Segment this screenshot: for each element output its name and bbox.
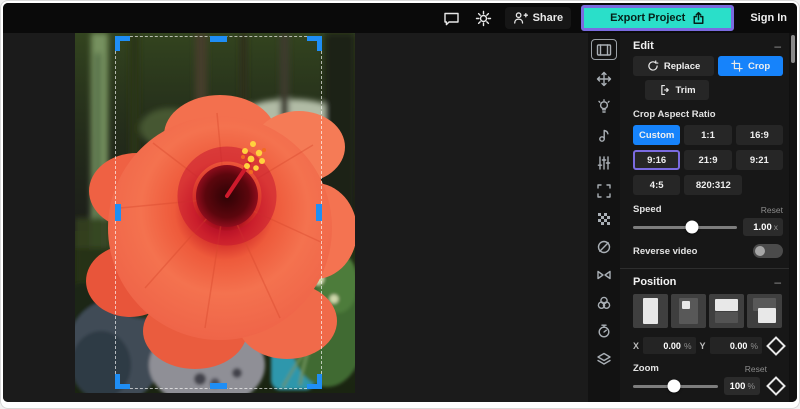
effects-disabled-icon[interactable] (592, 237, 616, 256)
app-window: Share Export Project Sign In (0, 0, 800, 409)
edit-panel: Edit – Replace Crop Trim Crop Aspect Rat… (620, 33, 789, 402)
zoom-slider-thumb[interactable] (667, 380, 680, 393)
position-x-field[interactable]: 0.00 % (643, 337, 695, 354)
crop-handle-top-left[interactable] (115, 36, 120, 51)
zoom-value: 100 (730, 381, 746, 392)
replace-icon (647, 60, 659, 72)
speed-slider-thumb[interactable] (686, 221, 699, 234)
aspect-option-820-312[interactable]: 820:312 (684, 175, 742, 195)
keyframe-diamond-icon[interactable] (766, 376, 786, 396)
lighting-icon[interactable] (592, 97, 616, 116)
zoom-unit: % (747, 381, 755, 391)
add-person-icon (513, 11, 528, 25)
position-x-value: 0.00 (663, 341, 681, 351)
aspect-option-21-9[interactable]: 21:9 (684, 150, 731, 170)
crop-aspect-ratio-label: Crop Aspect Ratio (633, 109, 783, 120)
adjust-filters-icon[interactable] (592, 153, 616, 172)
speed-label: Speed (633, 204, 662, 215)
position-x-unit: % (684, 341, 692, 351)
settings-gear-icon[interactable] (473, 7, 495, 29)
aspect-ratio-grid: Custom 1:1 16:9 9:16 21:9 9:21 4:5 820:3… (633, 125, 783, 195)
collapse-icon[interactable]: – (772, 277, 783, 287)
reverse-video-toggle[interactable] (753, 244, 783, 258)
aspect-option-16-9[interactable]: 16:9 (736, 125, 783, 145)
checkered-background-icon[interactable] (592, 209, 616, 228)
crop-handle-bottom-right[interactable] (317, 374, 322, 389)
align-bottom-right-icon[interactable] (747, 294, 782, 328)
speed-value-field[interactable]: 1.00 x (743, 218, 783, 236)
scrollbar-thumb[interactable] (791, 35, 795, 63)
share-button[interactable]: Share (505, 7, 572, 29)
share-label: Share (533, 12, 564, 24)
crop-button[interactable]: Crop (718, 56, 783, 76)
crop-handle-top[interactable] (210, 36, 227, 42)
crop-handle-right[interactable] (316, 204, 322, 221)
top-bar: Share Export Project Sign In (3, 3, 797, 33)
trim-label: Trim (675, 85, 695, 96)
speed-slider[interactable] (633, 226, 737, 229)
crop-handle-left[interactable] (115, 204, 121, 221)
flip-icon[interactable] (592, 265, 616, 284)
keyframe-diamond-icon[interactable] (766, 336, 786, 356)
zoom-slider[interactable] (633, 385, 718, 388)
align-top-left-icon[interactable] (671, 294, 706, 328)
crop-region[interactable] (115, 36, 322, 389)
collapse-icon[interactable]: – (772, 41, 783, 51)
upload-icon (692, 11, 705, 25)
replace-button[interactable]: Replace (633, 56, 714, 76)
position-y-value: 0.00 (730, 341, 748, 351)
aspect-option-9-16[interactable]: 9:16 (633, 150, 680, 170)
editor-app: Share Export Project Sign In (3, 3, 797, 402)
crop-handle-top-right[interactable] (317, 36, 322, 51)
reverse-video-label: Reverse video (633, 246, 697, 257)
crop-label: Crop (748, 61, 770, 72)
section-divider (620, 268, 789, 269)
align-center-icon[interactable] (633, 294, 668, 328)
transform-move-icon[interactable] (592, 69, 616, 88)
panel-scrollbar[interactable] (789, 33, 797, 402)
layers-icon[interactable] (592, 349, 616, 368)
speed-reset-button[interactable]: Reset (761, 205, 783, 215)
aspect-option-1-1[interactable]: 1:1 (684, 125, 731, 145)
aspect-option-9-21[interactable]: 9:21 (736, 150, 783, 170)
aspect-option-custom[interactable]: Custom (633, 125, 680, 145)
position-title: Position (633, 276, 676, 288)
align-top-half-icon[interactable] (709, 294, 744, 328)
crop-handle-bottom[interactable] (210, 383, 227, 389)
zoom-value-field[interactable]: 100 % (724, 377, 760, 395)
trim-button[interactable]: Trim (645, 80, 709, 100)
zoom-label: Zoom (633, 363, 659, 374)
toggle-knob (755, 246, 765, 256)
sign-in-button[interactable]: Sign In (744, 12, 793, 24)
position-x-label: X (633, 341, 639, 351)
crop-handle-bottom-left[interactable] (115, 374, 120, 389)
speed-unit: x (774, 222, 778, 232)
tool-sidebar (588, 33, 620, 402)
trim-icon (658, 84, 670, 96)
frame-corners-icon[interactable] (592, 181, 616, 200)
color-balance-icon[interactable] (592, 293, 616, 312)
position-y-label: Y (700, 341, 706, 351)
crop-icon (731, 60, 743, 72)
preview-canvas[interactable] (3, 33, 588, 402)
comment-icon[interactable] (441, 7, 463, 29)
timer-icon[interactable] (592, 321, 616, 340)
export-project-button[interactable]: Export Project (581, 5, 734, 31)
edit-title: Edit (633, 40, 654, 52)
position-y-field[interactable]: 0.00 % (710, 337, 762, 354)
speed-value: 1.00 (753, 222, 772, 233)
edit-section-header: Edit – (633, 37, 783, 54)
video-clip-icon[interactable] (591, 39, 617, 60)
position-section-header: Position – (633, 273, 783, 290)
zoom-reset-button[interactable]: Reset (745, 364, 767, 374)
replace-label: Replace (664, 61, 700, 72)
aspect-option-4-5[interactable]: 4:5 (633, 175, 680, 195)
audio-note-icon[interactable] (592, 125, 616, 144)
position-presets (633, 294, 783, 328)
position-y-unit: % (750, 341, 758, 351)
export-label: Export Project (610, 12, 685, 24)
